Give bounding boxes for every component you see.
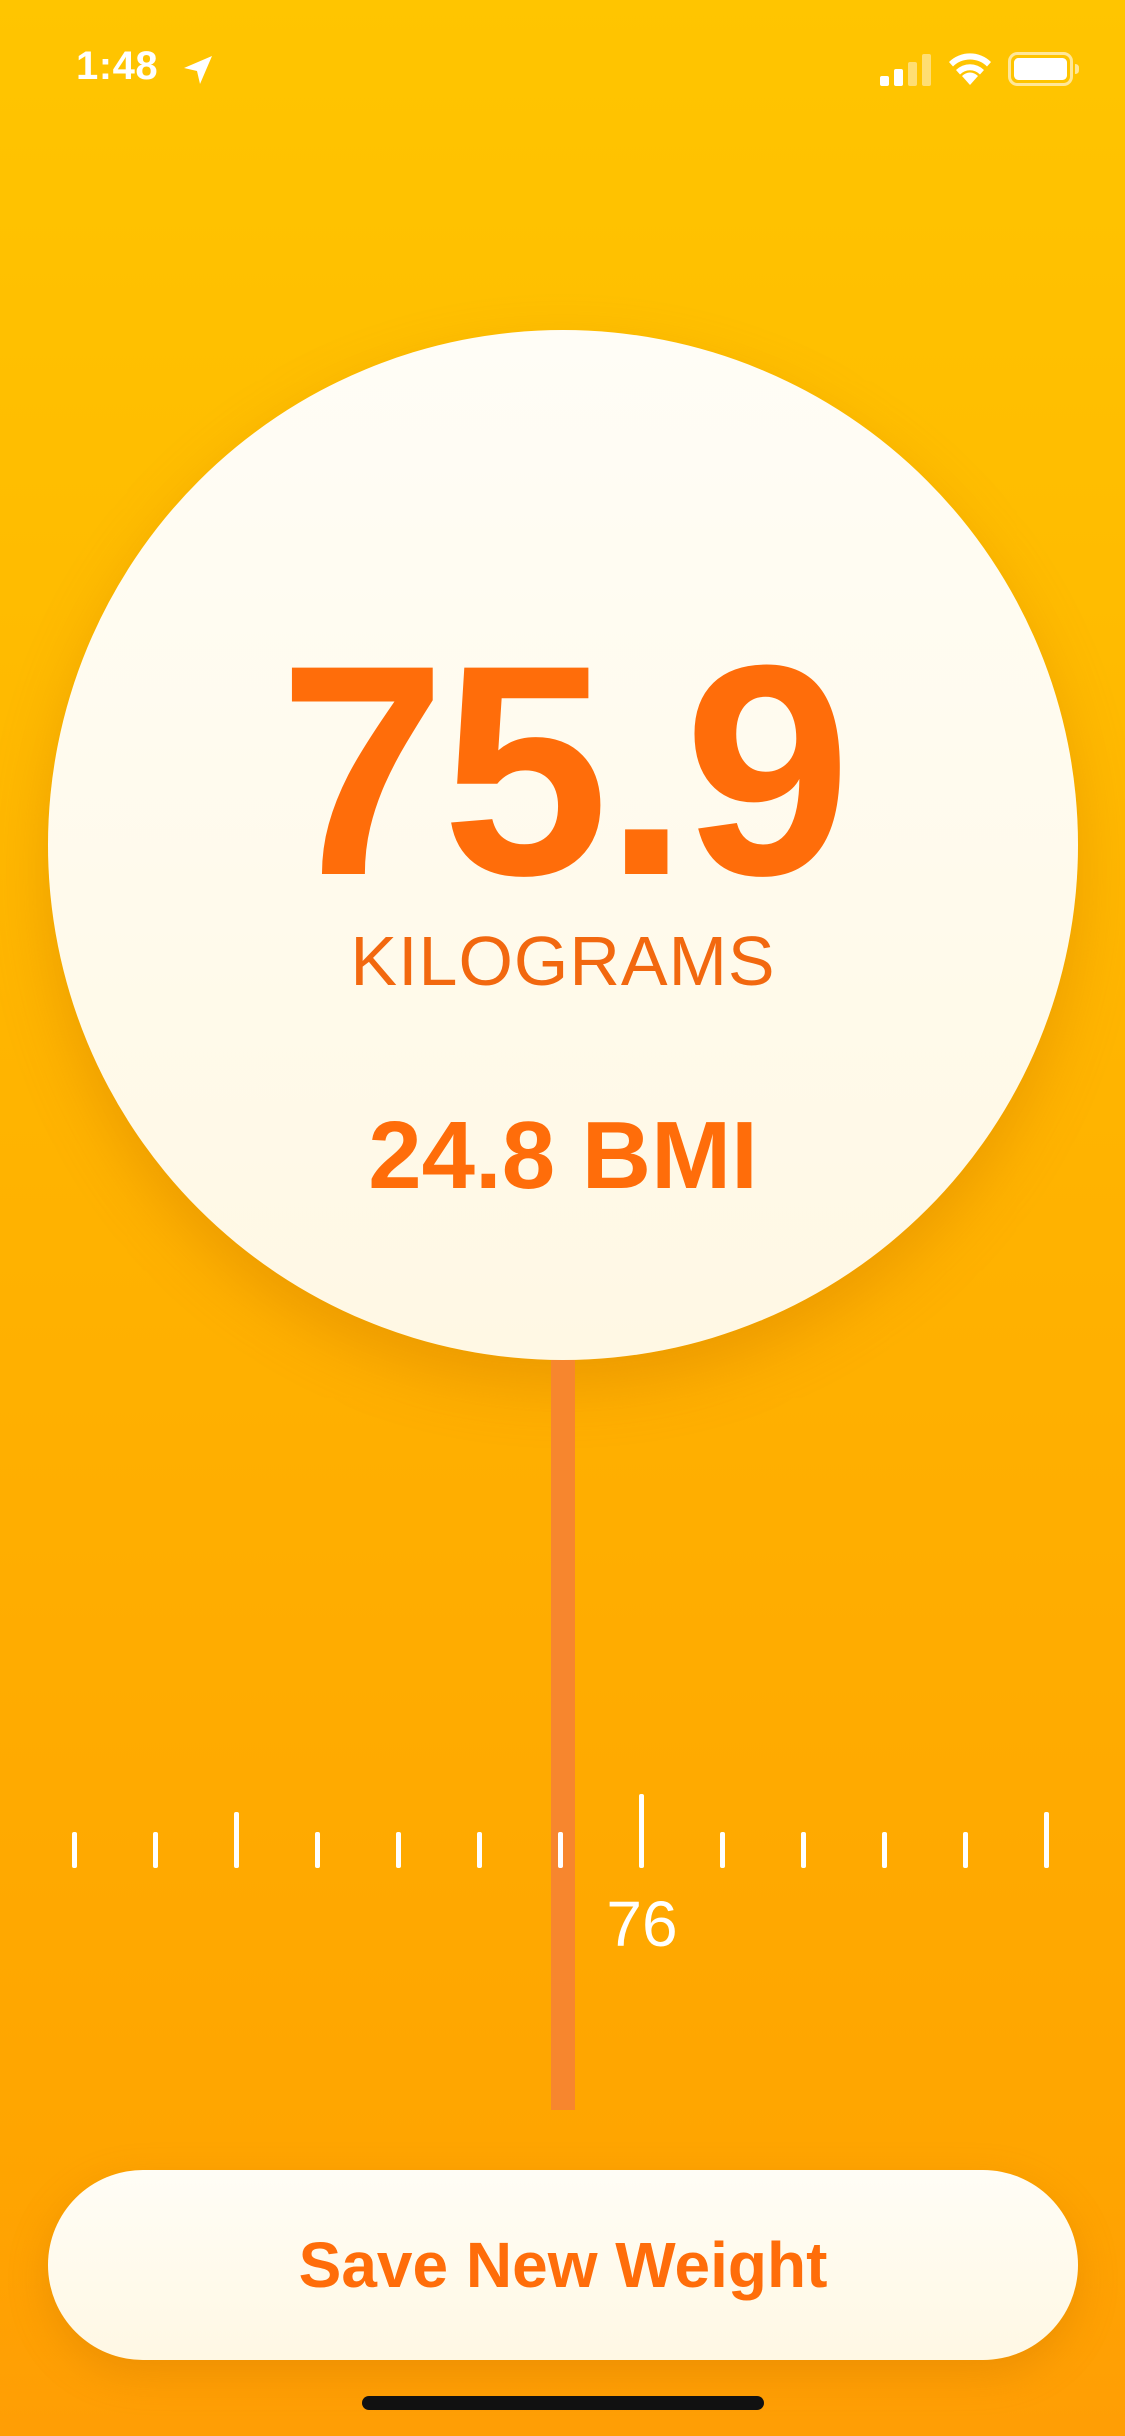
save-button-label: Save New Weight [298, 2229, 828, 2301]
ruler-tick [315, 1832, 320, 1868]
status-time: 1:48 [76, 44, 159, 88]
ruler-tick [153, 1832, 158, 1868]
ruler-tick [234, 1812, 239, 1868]
home-indicator [362, 2396, 764, 2410]
ruler-tick-label: 76 [606, 1888, 678, 1960]
ruler-indicator-needle [551, 1360, 575, 2110]
cellular-signal-icon [880, 54, 931, 86]
save-new-weight-button[interactable]: Save New Weight [48, 2170, 1078, 2360]
weight-value: 75.9 [279, 602, 851, 938]
ruler-tick [720, 1832, 725, 1868]
ruler-tick [396, 1832, 401, 1868]
ruler-tick [72, 1832, 77, 1868]
weight-unit-label: KILOGRAMS [350, 922, 776, 1000]
ruler-tick [558, 1832, 563, 1868]
ruler-major-tick [639, 1794, 644, 1868]
status-bar: 1:48 [0, 0, 1125, 140]
ruler-tick [963, 1832, 968, 1868]
wifi-icon [949, 53, 991, 85]
ruler-tick [882, 1832, 887, 1868]
weight-ruler-scale[interactable]: 76 [0, 1780, 1125, 1980]
ruler-tick [801, 1832, 806, 1868]
weight-display-circle: 75.9 KILOGRAMS 24.8 BMI [48, 330, 1078, 1360]
ruler-tick [1044, 1812, 1049, 1868]
ruler-tick [477, 1832, 482, 1868]
battery-icon [1008, 52, 1079, 86]
location-arrow-icon [184, 56, 212, 84]
bmi-value: 24.8 BMI [368, 1102, 758, 1209]
